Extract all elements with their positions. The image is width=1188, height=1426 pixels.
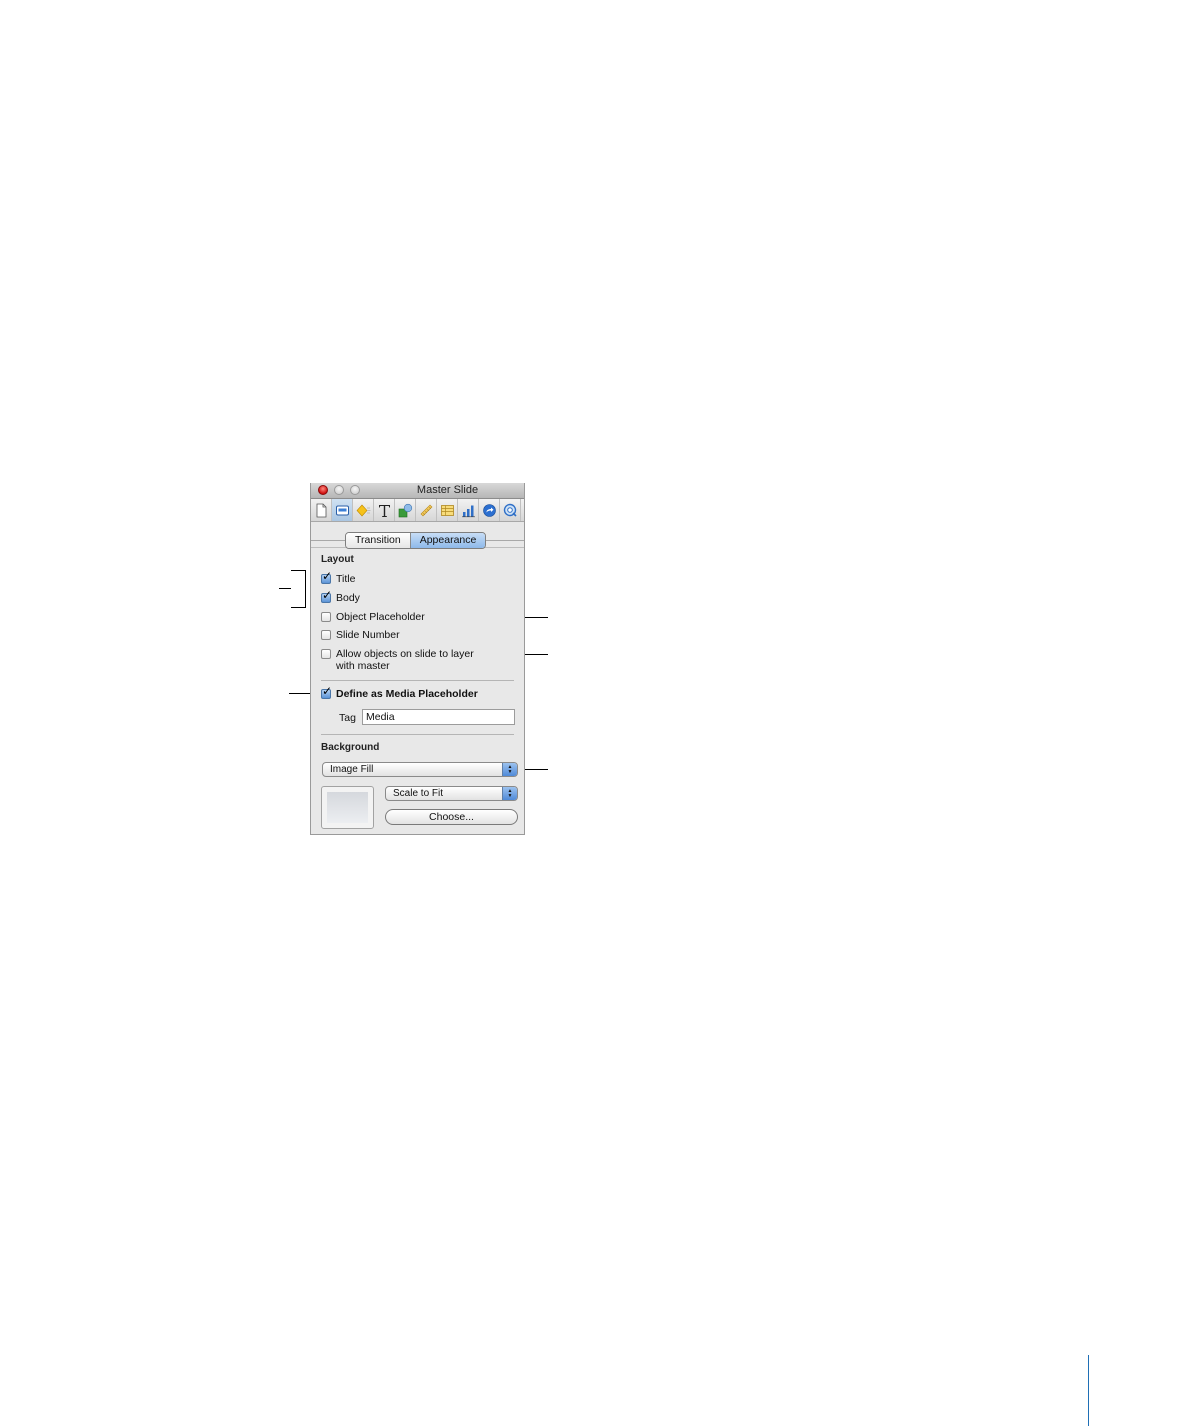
- build-diamond-icon: [356, 504, 370, 516]
- media-placeholder-checkbox[interactable]: ✓: [321, 685, 332, 699]
- object-placeholder-checkbox[interactable]: [321, 612, 331, 622]
- graphic-inspector-button[interactable]: [395, 499, 416, 521]
- object-placeholder-label: Object Placeholder: [336, 611, 425, 623]
- slide-number-label: Slide Number: [336, 629, 400, 641]
- allow-objects-label-line2: with master: [336, 660, 390, 672]
- scale-popup[interactable]: Scale to Fit ▲ ▼: [385, 786, 518, 801]
- bar-chart-icon: [461, 505, 475, 517]
- window-titlebar[interactable]: Master Slide: [311, 483, 524, 499]
- allow-objects-label: Allow objects on slide to layer with mas…: [336, 648, 474, 672]
- document-inspector-button[interactable]: [311, 499, 332, 521]
- shape-icon: [398, 503, 412, 517]
- arrow-down-icon: ▼: [507, 792, 513, 799]
- allow-objects-checkbox[interactable]: [321, 649, 331, 659]
- title-checkbox-row[interactable]: ✓ Title: [321, 570, 356, 585]
- slide-icon: [335, 505, 349, 515]
- inspector-toolbar: [311, 499, 524, 522]
- chart-inspector-button[interactable]: [458, 499, 479, 521]
- slide-number-checkbox-row[interactable]: Slide Number: [321, 629, 400, 641]
- build-inspector-button[interactable]: [353, 499, 374, 521]
- fill-type-popup[interactable]: Image Fill ▲ ▼: [322, 762, 518, 777]
- body-checkbox[interactable]: ✓: [321, 589, 332, 603]
- table-icon: [440, 504, 454, 516]
- section-divider: [321, 680, 514, 681]
- checkmark-icon: ✓: [322, 588, 333, 602]
- layout-heading: Layout: [321, 554, 354, 565]
- window-title: Master Slide: [416, 484, 479, 496]
- section-divider: [321, 734, 514, 735]
- table-inspector-button[interactable]: [437, 499, 458, 521]
- slide-inspector-button[interactable]: [332, 499, 353, 521]
- allow-objects-label-line1: Allow objects on slide to layer: [336, 648, 474, 660]
- background-heading: Background: [321, 742, 380, 753]
- checkmark-icon: ✓: [322, 569, 333, 583]
- arrow-down-icon: ▼: [507, 768, 513, 775]
- allow-objects-checkbox-row[interactable]: Allow objects on slide to layer with mas…: [321, 648, 474, 672]
- checkmark-icon: ✓: [322, 684, 333, 698]
- callout-line-title-body: [279, 588, 291, 589]
- popup-arrows-icon: ▲ ▼: [502, 787, 517, 800]
- document-icon: [316, 503, 326, 517]
- body-checkbox-label: Body: [336, 592, 360, 604]
- ruler-icon: [420, 504, 432, 516]
- fill-type-value: Image Fill: [330, 764, 374, 775]
- image-well-preview: [327, 792, 368, 823]
- quicktime-inspector-button[interactable]: [500, 499, 521, 521]
- segmented-control: Transition Appearance: [345, 532, 487, 549]
- media-placeholder-label: Define as Media Placeholder: [336, 688, 478, 700]
- page-margin-rule: [1088, 1355, 1089, 1426]
- metrics-inspector-button[interactable]: [416, 499, 437, 521]
- choose-button[interactable]: Choose...: [385, 809, 518, 825]
- inspector-window: Master Slide Transition Appearance Layou…: [310, 483, 525, 835]
- scale-value: Scale to Fit: [393, 788, 444, 799]
- tab-transition[interactable]: Transition: [346, 533, 411, 548]
- popup-arrows-icon: ▲ ▼: [502, 763, 517, 776]
- title-checkbox[interactable]: ✓: [321, 570, 332, 584]
- tab-appearance[interactable]: Appearance: [410, 533, 486, 548]
- tag-input[interactable]: [362, 709, 515, 725]
- text-t-icon: [378, 504, 390, 517]
- text-inspector-button[interactable]: [374, 499, 395, 521]
- quicktime-icon: [503, 503, 517, 517]
- tag-label: Tag: [339, 712, 356, 724]
- object-placeholder-checkbox-row[interactable]: Object Placeholder: [321, 611, 425, 623]
- callout-bracket-title-body: [291, 570, 306, 608]
- title-checkbox-label: Title: [336, 573, 356, 585]
- slide-number-checkbox[interactable]: [321, 630, 331, 640]
- hyperlink-inspector-button[interactable]: [479, 499, 500, 521]
- media-placeholder-checkbox-row[interactable]: ✓ Define as Media Placeholder: [321, 685, 478, 700]
- body-checkbox-row[interactable]: ✓ Body: [321, 589, 360, 604]
- tab-bar: Transition Appearance: [311, 521, 524, 549]
- hyperlink-arrow-icon: [482, 503, 496, 517]
- image-well[interactable]: [321, 786, 374, 829]
